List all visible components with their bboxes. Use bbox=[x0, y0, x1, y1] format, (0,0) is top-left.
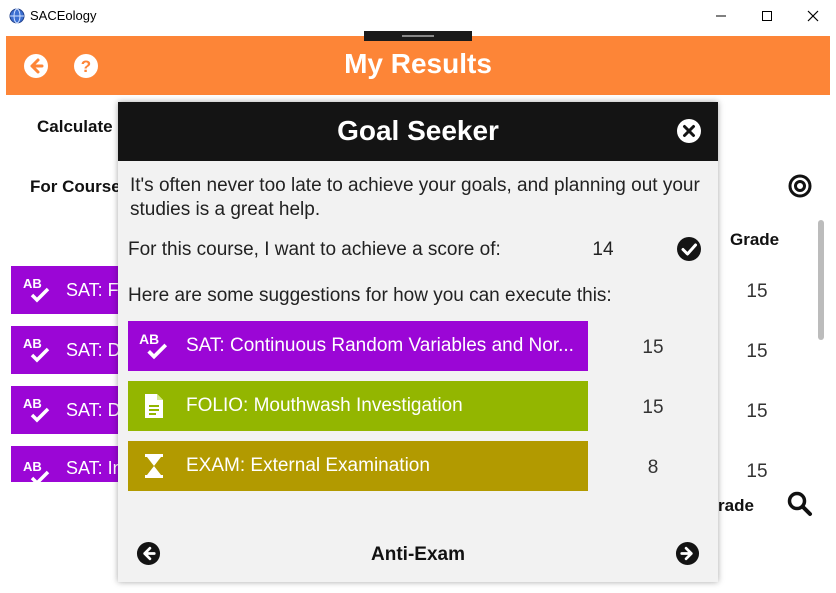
suggestion-score: 15 bbox=[642, 337, 664, 358]
svg-text:AB: AB bbox=[23, 276, 42, 291]
target-icon[interactable] bbox=[788, 174, 812, 198]
suggestion-score: 15 bbox=[642, 397, 664, 418]
grade-value: 15 bbox=[746, 461, 768, 482]
suggestion-label: SAT: Continuous Random Variables and Nor… bbox=[186, 335, 574, 356]
ab-check-icon: AB bbox=[139, 331, 168, 360]
close-icon bbox=[807, 10, 819, 22]
suggestion-item[interactable]: AB SAT: Continuous Random Variables and … bbox=[128, 321, 588, 371]
app-globe-icon bbox=[9, 8, 25, 24]
scrollbar[interactable] bbox=[818, 220, 824, 340]
page-title: My Results bbox=[344, 48, 492, 79]
maximize-button[interactable] bbox=[744, 0, 790, 32]
list-item[interactable]: AB SAT: D bbox=[11, 386, 127, 434]
ab-check-icon: AB bbox=[23, 336, 50, 363]
ab-check-icon: AB bbox=[23, 276, 50, 303]
calculate-label: Calculate bbox=[37, 117, 113, 136]
suggestion-label: EXAM: External Examination bbox=[186, 455, 430, 476]
grade-column-header: Grade bbox=[730, 230, 780, 249]
maximize-icon bbox=[762, 11, 772, 21]
search-icon[interactable] bbox=[787, 491, 813, 517]
for-course-label: For Course bbox=[30, 177, 121, 196]
svg-text:AB: AB bbox=[23, 336, 42, 351]
list-item[interactable]: AB SAT: In bbox=[11, 446, 127, 482]
list-item-label: SAT: In bbox=[66, 458, 123, 478]
grade-footer-label: rade bbox=[718, 496, 754, 515]
suggestion-item[interactable]: FOLIO: Mouthwash Investigation bbox=[128, 381, 588, 431]
title-bar: SACEology bbox=[0, 0, 836, 32]
dialog-footer-title: Anti-Exam bbox=[371, 544, 465, 565]
ab-check-icon: AB bbox=[23, 459, 50, 482]
grade-value: 15 bbox=[746, 401, 768, 422]
dialog-intro-text: It's often never too late to achieve you… bbox=[130, 175, 700, 220]
suggestion-score: 8 bbox=[647, 457, 659, 478]
grade-value: 15 bbox=[746, 341, 768, 362]
list-item[interactable]: AB SAT: F bbox=[11, 266, 127, 314]
window-title: SACEology bbox=[30, 8, 97, 23]
target-score-label: For this course, I want to achieve a sco… bbox=[128, 239, 501, 260]
list-item-label: SAT: D bbox=[66, 399, 121, 420]
close-window-button[interactable] bbox=[790, 0, 836, 32]
target-score-input[interactable]: 14 bbox=[583, 239, 623, 261]
hourglass-icon bbox=[145, 454, 163, 478]
dialog-close-button[interactable] bbox=[676, 118, 702, 144]
list-item-label: SAT: D bbox=[66, 339, 121, 360]
svg-text:AB: AB bbox=[23, 459, 42, 474]
suggestion-item[interactable]: EXAM: External Examination bbox=[128, 441, 588, 491]
minimize-button[interactable] bbox=[698, 0, 744, 32]
suggestions-label: Here are some suggestions for how you ca… bbox=[128, 285, 612, 306]
ab-check-icon: AB bbox=[23, 396, 50, 423]
list-item-label: SAT: F bbox=[66, 279, 119, 300]
list-item[interactable]: AB SAT: D bbox=[11, 326, 127, 374]
goal-seeker-dialog: Goal Seeker It's often never too late to… bbox=[118, 102, 718, 582]
drag-handle[interactable] bbox=[364, 31, 472, 41]
confirm-check-icon[interactable] bbox=[676, 236, 702, 262]
svg-text:AB: AB bbox=[23, 396, 42, 411]
svg-text:AB: AB bbox=[139, 331, 159, 347]
grade-value: 15 bbox=[746, 281, 768, 302]
next-arrow-icon[interactable] bbox=[675, 541, 700, 566]
dialog-title: Goal Seeker bbox=[337, 115, 499, 146]
document-icon bbox=[145, 394, 163, 418]
suggestion-label: FOLIO: Mouthwash Investigation bbox=[186, 395, 463, 416]
minimize-icon bbox=[716, 15, 726, 17]
